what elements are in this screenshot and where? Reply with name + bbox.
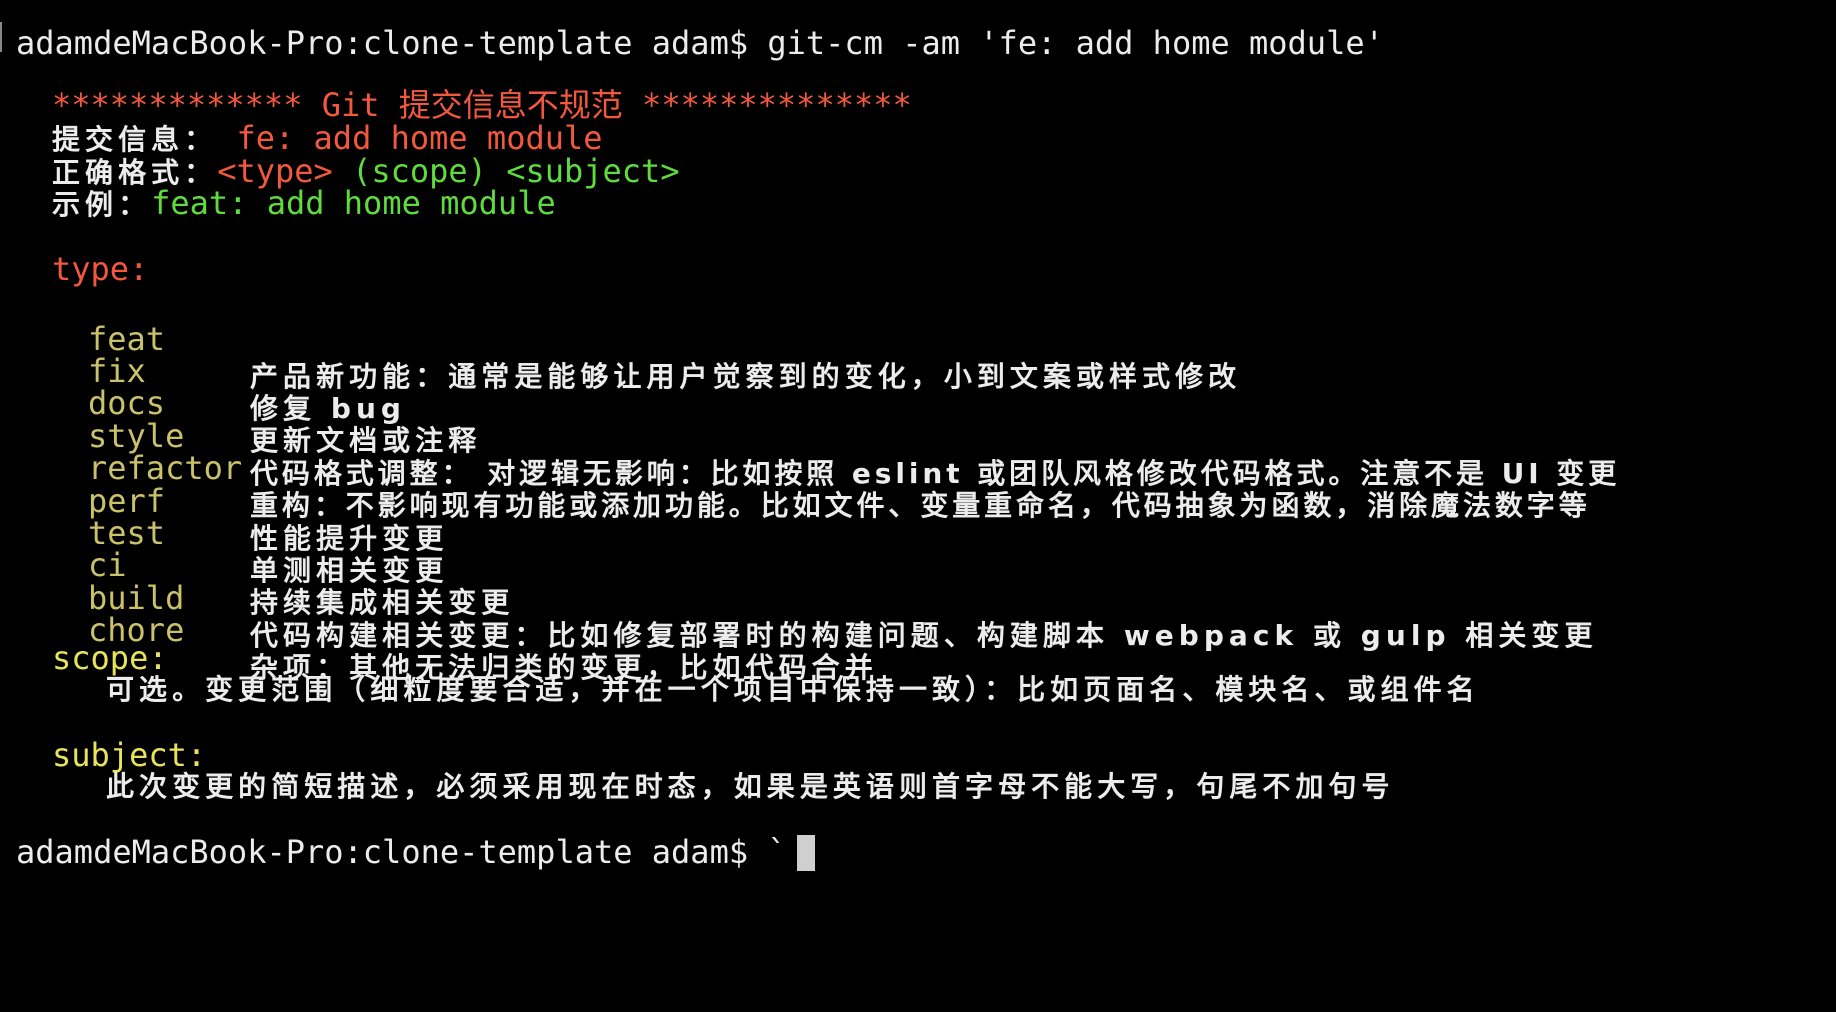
shell-prompt: adamdeMacBook-Pro:clone-template adam$ — [16, 24, 749, 62]
shell-prompt: adamdeMacBook-Pro:clone-template adam$ — [16, 833, 749, 871]
command-line: adamdeMacBook-Pro:clone-template adam$ g… — [16, 24, 1384, 62]
example-row: 示例：feat: add home module — [52, 184, 556, 222]
example-value: feat: add home module — [151, 184, 556, 222]
typed-input: ` — [767, 833, 787, 871]
type-item: chore 杂项：其他无法归类的变更，比如代码合并 — [0, 573, 1836, 684]
typed-command: git-cm -am 'fe: add home module' — [767, 24, 1384, 62]
scope-desc: 可选。变更范围（细粒度要合适，并在一个项目中保持一致）：比如页面名、模块名、或组… — [106, 673, 1480, 706]
subject-desc: 此次变更的简短描述，必须采用现在时态，如果是英语则首字母不能大写，句尾不加句号 — [106, 770, 1395, 803]
example-label: 示例： — [52, 188, 152, 221]
text-cursor — [796, 835, 815, 871]
terminal-window[interactable]: adamdeMacBook-Pro:clone-template adam$ g… — [0, 0, 1836, 1012]
scroll-edge-marker — [0, 22, 5, 52]
final-prompt-line[interactable]: adamdeMacBook-Pro:clone-template adam$ ` — [16, 833, 815, 871]
